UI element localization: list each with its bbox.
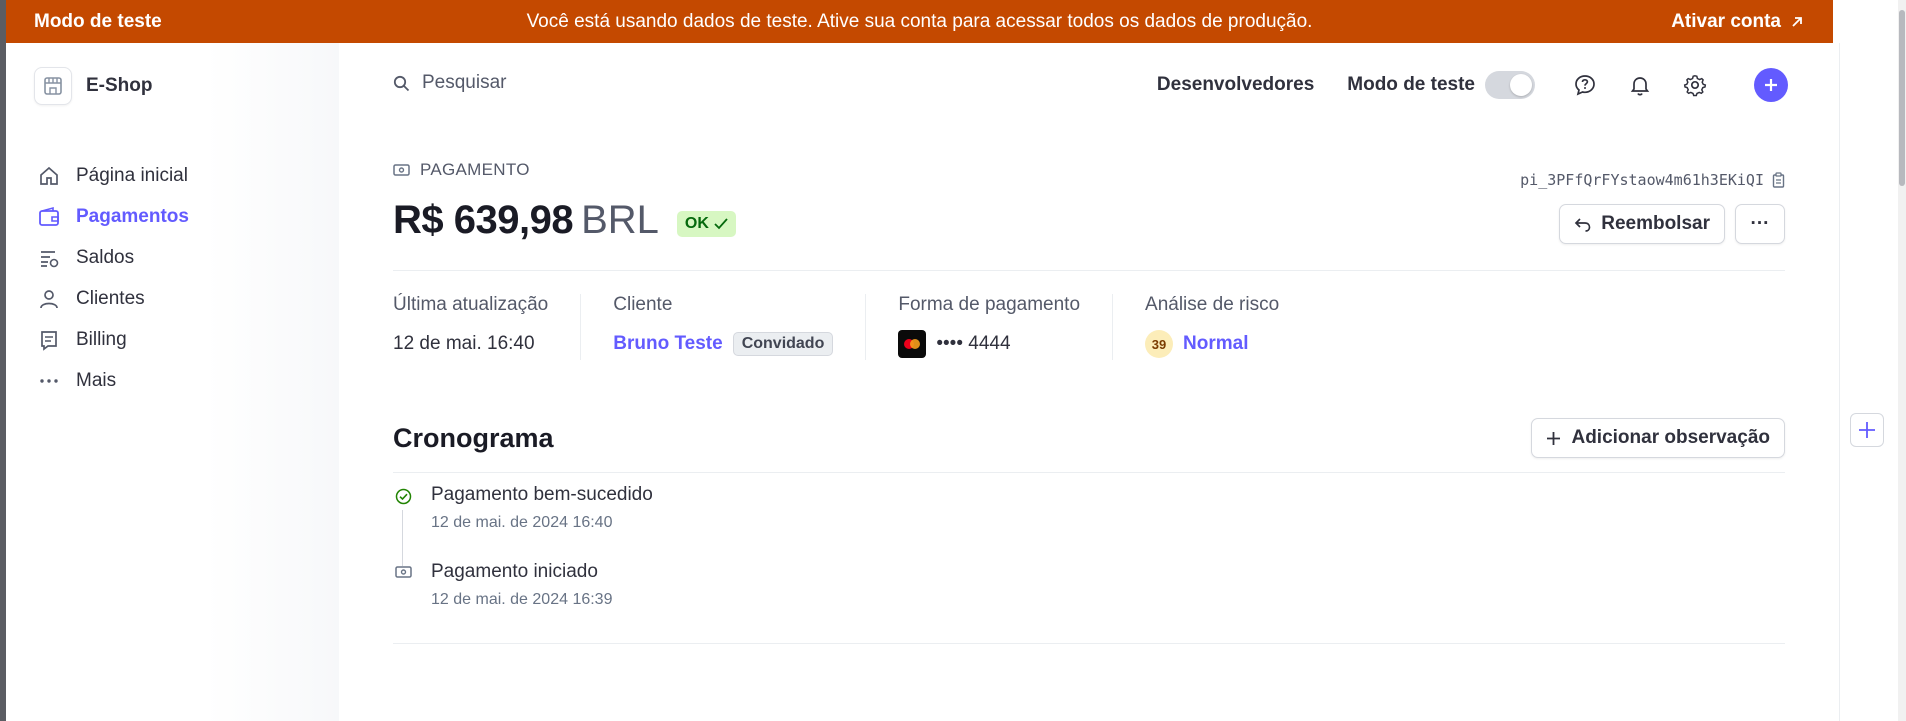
arrow-up-right-icon [1792,16,1802,27]
summary-payment-method: Forma de pagamento •••• 4444 [898,294,1114,360]
sidebar-item-home[interactable]: Página inicial [36,155,189,196]
more-dots-icon [36,368,62,394]
payment-type-label: PAGAMENTO [420,160,530,179]
plus-icon [1547,431,1561,445]
timeline-event: Pagamento iniciado 12 de mai. de 2024 16… [393,561,653,638]
header-divider [393,270,1785,271]
sidebar-item-label: Saldos [76,246,135,268]
event-title: Pagamento bem-sucedido [431,484,653,505]
more-actions-button[interactable]: ··· [1735,204,1785,244]
event-date: 12 de mai. de 2024 16:40 [431,514,613,531]
sidebar-item-more[interactable]: Mais [36,360,189,401]
sidebar-item-billing[interactable]: Billing [36,319,189,360]
billing-icon [36,327,62,353]
wallet-icon [36,204,62,230]
test-mode-banner: Modo de teste Você está usando dados de … [6,0,1833,43]
timeline-end-divider [393,643,1785,644]
search-icon [393,75,410,91]
add-note-label: Adicionar observação [1571,427,1770,448]
guest-badge: Convidado [732,332,834,356]
sidebar-nav: Página inicial Pagamentos Saldos Cliente… [36,155,189,401]
timeline-event: Pagamento bem-sucedido 12 de mai. de 202… [393,484,653,566]
copy-icon [1772,172,1785,188]
payment-amount: R$ 639,98 [393,198,574,242]
summary-label: Última atualização [393,294,549,315]
summary-risk: Análise de risco 39 Normal [1145,294,1311,360]
sidebar-item-label: Página inicial [76,164,188,186]
search-placeholder: Pesquisar [422,72,507,93]
check-circle-icon [395,488,412,505]
right-panel-divider [1839,43,1840,721]
store-icon [34,67,72,105]
banner-mode-label: Modo de teste [34,10,162,32]
summary-label: Análise de risco [1145,294,1280,315]
sidebar-item-label: Pagamentos [76,205,189,227]
sidebar-item-label: Clientes [76,287,145,309]
person-icon [36,286,62,312]
timeline-title: Cronograma [393,423,554,453]
payment-type: PAGAMENTO [393,160,530,180]
summary-label: Forma de pagamento [898,294,1081,315]
card-last4: •••• 4444 [936,333,1011,354]
plus-icon [1859,422,1875,438]
timeline-connector [402,510,403,566]
timeline: Pagamento bem-sucedido 12 de mai. de 202… [393,484,653,638]
last-update-value: 12 de mai. 16:40 [393,333,535,354]
risk-score-badge: 39 [1145,330,1174,358]
sidebar-item-label: Mais [76,369,117,391]
sidebar-item-customers[interactable]: Clientes [36,278,189,319]
payment-summary: Última atualização 12 de mai. 16:40 Clie… [393,294,1343,360]
refund-button[interactable]: Reembolsar [1559,204,1725,244]
payment-id-value: pi_3PFfQrFYstaow4m61h3EKiQI [1520,171,1764,189]
sidebar-item-balances[interactable]: Saldos [36,237,189,278]
payment-actions: Reembolsar ··· [1559,204,1785,244]
plus-icon [1765,79,1777,91]
sidebar-item-label: Billing [76,328,127,350]
test-mode-label: Modo de teste [1347,74,1475,95]
status-badge: OK [676,210,736,237]
status-label: OK [684,214,709,232]
header-actions: Desenvolvedores Modo de teste [1157,68,1788,102]
risk-level-link[interactable]: Normal [1183,333,1248,355]
mastercard-icon [898,330,927,358]
scrollbar-thumb[interactable] [1899,10,1905,186]
sidebar-item-payments[interactable]: Pagamentos [36,196,189,237]
refund-label: Reembolsar [1601,213,1710,234]
undo-arrow-icon [1575,217,1591,232]
payment-icon [393,164,410,176]
summary-last-update: Última atualização 12 de mai. 16:40 [393,294,582,360]
search-bar[interactable]: Pesquisar [393,72,507,94]
more-actions-label: ··· [1750,213,1770,234]
scrollbar[interactable] [1898,0,1906,721]
balances-icon [36,245,62,271]
payment-icon [395,566,412,578]
brand-name: E-Shop [86,75,153,96]
bell-icon[interactable] [1625,70,1655,100]
timeline-divider [393,472,1785,473]
event-title: Pagamento iniciado [431,561,598,582]
help-icon[interactable] [1570,70,1600,100]
developers-link[interactable]: Desenvolvedores [1157,74,1314,96]
banner-message: Você está usando dados de teste. Ative s… [526,10,1313,32]
side-panel-add-button[interactable] [1850,413,1884,447]
gear-icon[interactable] [1680,70,1710,100]
payment-id[interactable]: pi_3PFfQrFYstaow4m61h3EKiQI [1520,171,1785,189]
activate-account-label: Ativar conta [1671,10,1781,32]
home-icon [36,163,62,189]
sidebar: E-Shop Página inicial Pagamentos Saldos … [6,43,339,721]
summary-customer: Cliente Bruno Teste Convidado [613,294,867,360]
test-mode-toggle[interactable] [1485,71,1535,99]
activate-account-link[interactable]: Ativar conta [1671,11,1805,33]
add-note-button[interactable]: Adicionar observação [1531,418,1785,458]
customer-link[interactable]: Bruno Teste [613,333,722,355]
amount-row: R$ 639,98 BRL OK [393,198,736,243]
check-icon [714,217,728,229]
payment-currency: BRL [581,198,659,242]
summary-label: Cliente [613,294,673,315]
create-button[interactable] [1754,68,1788,102]
account-switcher[interactable]: E-Shop [34,67,153,105]
event-date: 12 de mai. de 2024 16:39 [431,591,613,608]
toggle-knob [1510,74,1532,96]
